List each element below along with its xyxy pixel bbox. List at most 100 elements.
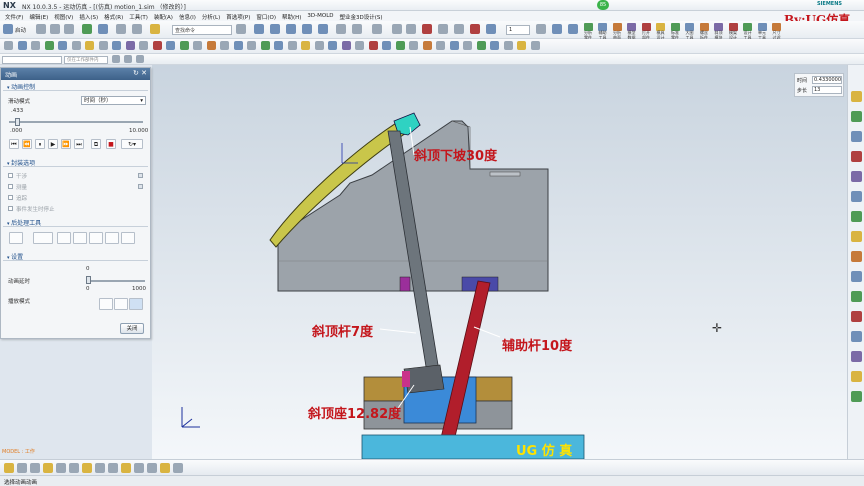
command-search-input[interactable]: 查找命令: [172, 25, 232, 35]
toolbar-tool-icon[interactable]: [247, 41, 256, 50]
snap-icon[interactable]: [116, 24, 126, 34]
section-package-options[interactable]: 封装选项: [3, 158, 148, 167]
notification-badge[interactable]: 85: [597, 0, 609, 10]
toolbar-tool-icon[interactable]: [260, 41, 270, 50]
toolbar-tool-icon[interactable]: [314, 41, 324, 50]
section-post-tools[interactable]: 后处理工具: [3, 218, 148, 227]
stop-icon[interactable]: [470, 24, 480, 34]
play-icon[interactable]: ▶: [48, 139, 58, 149]
ribbon-group[interactable]: 标准 零件: [669, 23, 681, 40]
view-icon[interactable]: [254, 24, 264, 34]
ribbon-group[interactable]: 单元 工具: [756, 23, 768, 40]
resource-tab-icon[interactable]: [851, 131, 862, 142]
toolbar-tool-icon[interactable]: [341, 41, 351, 50]
flag-icon[interactable]: [568, 24, 578, 34]
resource-tab-icon[interactable]: [851, 91, 862, 102]
motion-icon[interactable]: [552, 24, 562, 34]
bottom-tool-icon[interactable]: [95, 463, 105, 473]
section-settings[interactable]: 设置: [3, 252, 148, 261]
menu-item[interactable]: 3D-MOLD: [304, 11, 336, 21]
menu-item[interactable]: 窗口(O): [253, 11, 279, 21]
post-tool-3-icon[interactable]: [57, 232, 71, 244]
render-icon[interactable]: [302, 24, 312, 34]
toolbar-tool-icon[interactable]: [368, 41, 378, 50]
snap-point-icon[interactable]: [124, 55, 132, 63]
resource-tab-icon[interactable]: [851, 111, 862, 122]
bottom-tool-icon[interactable]: [82, 463, 92, 473]
toolbar-tool-icon[interactable]: [152, 41, 162, 50]
toolbar-tool-icon[interactable]: [503, 41, 513, 50]
bottom-tool-icon[interactable]: [43, 463, 53, 473]
bottom-tool-icon[interactable]: [30, 463, 40, 473]
toolbar-tool-icon[interactable]: [476, 41, 486, 50]
fit-icon[interactable]: [270, 24, 280, 34]
toolbar-tool-icon[interactable]: [44, 41, 54, 50]
package-option-checkbox[interactable]: [8, 184, 13, 189]
dialog-close-icon[interactable]: ↻ ✕: [133, 69, 147, 77]
select-filter-icon[interactable]: [82, 24, 92, 34]
redo-icon[interactable]: [64, 24, 74, 34]
post-tool-5-icon[interactable]: [89, 232, 103, 244]
toolbar-tool-icon[interactable]: [179, 41, 189, 50]
resource-tab-icon[interactable]: [851, 211, 862, 222]
menu-item[interactable]: 格式(R): [101, 11, 126, 21]
toolbar-tool-icon[interactable]: [463, 41, 472, 50]
search-icon[interactable]: [236, 24, 246, 34]
toolbar-tool-icon[interactable]: [233, 41, 243, 50]
menu-item[interactable]: 文件(F): [2, 11, 26, 21]
bottom-tool-icon[interactable]: [121, 463, 131, 473]
playback-mode-select[interactable]: 时间（秒）: [81, 96, 146, 105]
resource-tab-icon[interactable]: [851, 311, 862, 322]
export-icon[interactable]: [536, 24, 546, 34]
package-option-settings-icon[interactable]: [138, 184, 143, 189]
shade-icon[interactable]: [318, 24, 328, 34]
resource-tab-icon[interactable]: [851, 151, 862, 162]
toolbar-tool-icon[interactable]: [31, 41, 40, 50]
bottom-tool-icon[interactable]: [134, 463, 144, 473]
toolbar-tool-icon[interactable]: [436, 41, 445, 50]
start-menu-label[interactable]: 启动: [15, 26, 26, 34]
resource-tab-icon[interactable]: [851, 231, 862, 242]
resource-tab-icon[interactable]: [851, 271, 862, 282]
ribbon-group[interactable]: 模架 设计: [727, 23, 739, 40]
ribbon-group[interactable]: 打开 部件: [640, 23, 652, 40]
display-icon[interactable]: [352, 24, 362, 34]
bottom-tool-icon[interactable]: [17, 463, 27, 473]
resource-tab-icon[interactable]: [851, 291, 862, 302]
toolbar-tool-icon[interactable]: [530, 41, 540, 50]
toolbar-tool-icon[interactable]: [274, 41, 283, 50]
cube-view-icon[interactable]: [286, 24, 296, 34]
copy-icon[interactable]: [98, 24, 108, 34]
resource-tab-icon[interactable]: [851, 251, 862, 262]
ribbon-group[interactable]: 模型 数据: [626, 23, 638, 40]
rewind-icon[interactable]: [392, 24, 402, 34]
menu-item[interactable]: 塑业金3D设计(S): [337, 11, 386, 21]
ribbon-group[interactable]: 螺丝 拆件: [698, 23, 710, 40]
save-icon[interactable]: [36, 24, 46, 34]
toolbar-tool-icon[interactable]: [301, 41, 310, 50]
filter-reset-icon[interactable]: [112, 55, 120, 63]
toolbar-tool-icon[interactable]: [193, 41, 202, 50]
play-once-icon[interactable]: [99, 298, 113, 310]
step-forward-icon[interactable]: ⏩: [61, 139, 71, 149]
fast-forward-icon[interactable]: [454, 24, 464, 34]
toolbar-tool-icon[interactable]: [382, 41, 391, 50]
toolbar-tool-icon[interactable]: [490, 41, 499, 50]
bottom-tool-icon[interactable]: [160, 463, 170, 473]
layer-icon[interactable]: [336, 24, 346, 34]
scope-filter-select[interactable]: 仅在工作部件内: [64, 56, 108, 64]
time-slider-thumb[interactable]: [15, 118, 20, 126]
bottom-tool-icon[interactable]: [173, 463, 183, 473]
step-forward-icon[interactable]: [438, 24, 448, 34]
section-animation-control[interactable]: 动画控制: [3, 82, 148, 91]
start-menu-icon[interactable]: [3, 24, 13, 34]
post-tool-4-icon[interactable]: [73, 232, 87, 244]
ribbon-group[interactable]: 设计 工具: [742, 23, 754, 40]
resource-tab-icon[interactable]: [851, 391, 862, 402]
delay-slider-thumb[interactable]: [86, 276, 91, 284]
resource-tab-icon[interactable]: [851, 171, 862, 182]
toolbar-tool-icon[interactable]: [112, 41, 121, 50]
pause-icon[interactable]: ⏸: [35, 139, 45, 149]
resource-tab-icon[interactable]: [851, 331, 862, 342]
post-tool-7-icon[interactable]: [121, 232, 135, 244]
